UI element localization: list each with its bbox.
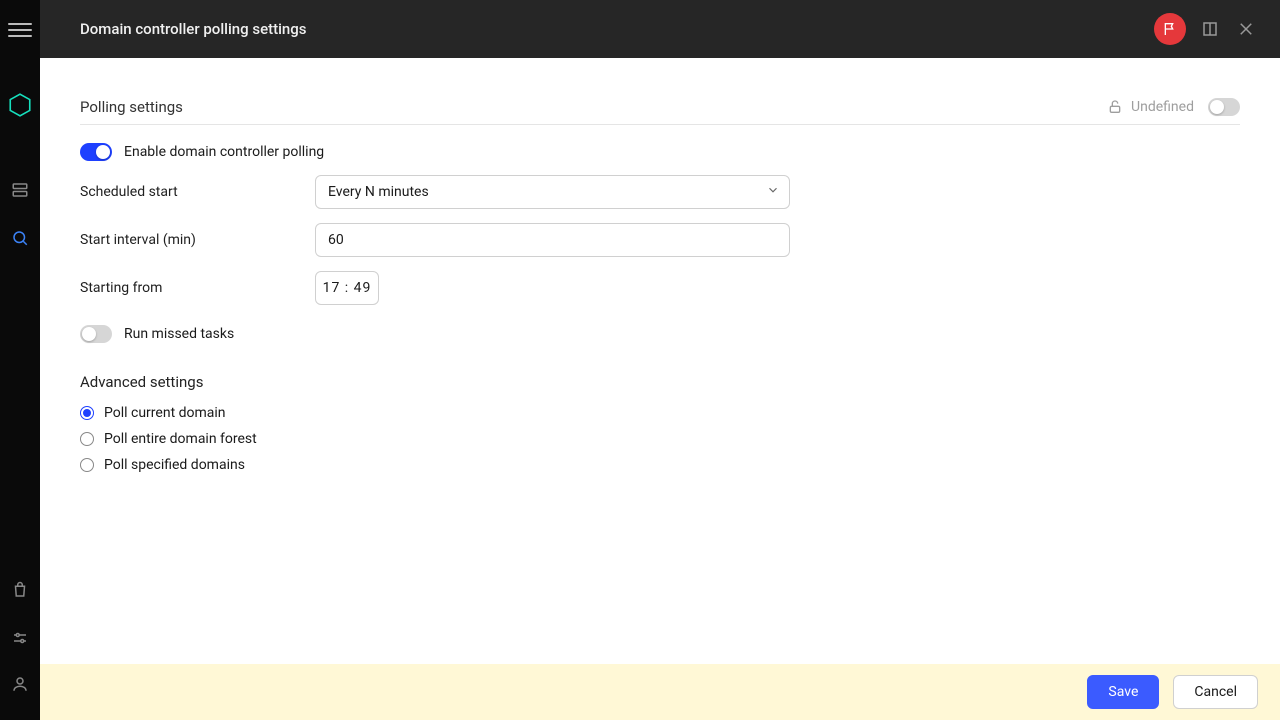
radio-poll-current[interactable]: Poll current domain: [80, 405, 1240, 421]
starting-from-input[interactable]: 17 : 49: [315, 271, 379, 305]
scheduled-start-select[interactable]: Every N minutes: [315, 175, 790, 209]
radio-poll-specified[interactable]: Poll specified domains: [80, 457, 1240, 473]
save-button[interactable]: Save: [1087, 675, 1159, 709]
start-interval-label: Start interval (min): [80, 232, 315, 248]
modal-body: Polling settings Undefined Enable domain…: [40, 58, 1280, 664]
settings-modal: Domain controller polling settings Polli…: [40, 0, 1280, 720]
starting-from-row: Starting from 17 : 49: [80, 271, 1240, 305]
unlock-icon: [1107, 99, 1123, 115]
section-title: Polling settings: [80, 98, 183, 116]
chevron-down-icon: [766, 183, 780, 201]
sidebar-user-icon[interactable]: [8, 672, 32, 696]
hamburger-menu-icon[interactable]: [8, 18, 32, 42]
scheduled-start-value: Every N minutes: [328, 184, 429, 200]
starting-from-label: Starting from: [80, 280, 315, 296]
radio-icon: [80, 458, 94, 472]
scheduled-start-label: Scheduled start: [80, 184, 315, 200]
radio-label: Poll entire domain forest: [104, 431, 257, 447]
app-sidebar: [0, 0, 40, 720]
flag-icon[interactable]: [1154, 13, 1186, 45]
bookmark-icon[interactable]: [1196, 15, 1224, 43]
enable-polling-row: Enable domain controller polling: [80, 143, 1240, 161]
radio-label: Poll current domain: [104, 405, 226, 421]
radio-icon: [80, 432, 94, 446]
app-logo: [7, 92, 33, 118]
radio-icon: [80, 406, 94, 420]
modal-header: Domain controller polling settings: [40, 0, 1280, 58]
radio-label: Poll specified domains: [104, 457, 245, 473]
sidebar-server-icon[interactable]: [8, 178, 32, 202]
run-missed-toggle[interactable]: [80, 325, 112, 343]
section-header: Polling settings Undefined: [80, 98, 1240, 125]
start-interval-row: Start interval (min) 60: [80, 223, 1240, 257]
start-interval-input[interactable]: 60: [315, 223, 790, 257]
enable-polling-toggle[interactable]: [80, 143, 112, 161]
enable-polling-label: Enable domain controller polling: [124, 144, 324, 160]
lock-status: Undefined: [1107, 99, 1194, 115]
run-missed-label: Run missed tasks: [124, 326, 234, 342]
run-missed-row: Run missed tasks: [80, 325, 1240, 343]
sidebar-bag-icon[interactable]: [8, 578, 32, 602]
modal-title: Domain controller polling settings: [80, 20, 307, 38]
close-icon[interactable]: [1232, 15, 1260, 43]
cancel-button[interactable]: Cancel: [1173, 675, 1258, 709]
sidebar-search-icon[interactable]: [8, 226, 32, 250]
radio-poll-forest[interactable]: Poll entire domain forest: [80, 431, 1240, 447]
sidebar-sliders-icon[interactable]: [8, 626, 32, 650]
advanced-settings-title: Advanced settings: [80, 373, 1240, 391]
lock-status-text: Undefined: [1131, 99, 1194, 115]
scheduled-start-row: Scheduled start Every N minutes: [80, 175, 1240, 209]
section-lock-toggle[interactable]: [1208, 98, 1240, 116]
modal-footer: Save Cancel: [40, 664, 1280, 720]
